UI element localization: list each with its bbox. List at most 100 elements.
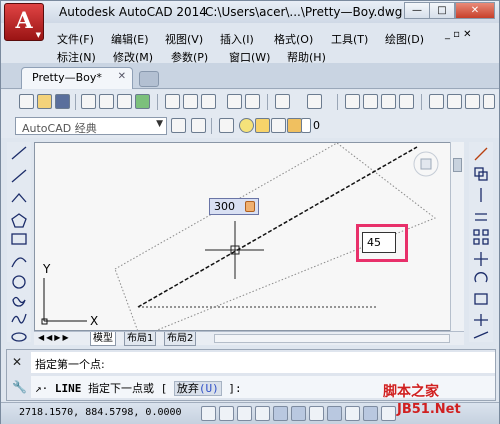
draw-toolbar bbox=[7, 142, 31, 342]
wrench-icon[interactable]: 🔧 bbox=[12, 380, 27, 394]
ucs-y-label: Y bbox=[42, 262, 51, 276]
grid-display-icon[interactable] bbox=[237, 406, 252, 421]
new-file-icon[interactable] bbox=[19, 94, 34, 109]
layout-tab-bar: ◀◀▶▶ 模型 布局1 布局2 bbox=[34, 331, 464, 346]
autocad-logo-icon: A bbox=[15, 8, 33, 34]
move-icon bbox=[474, 252, 488, 266]
copy-icon[interactable] bbox=[183, 94, 198, 109]
option-undo-label: 放弃 bbox=[176, 382, 199, 395]
layer-unlock-icon[interactable] bbox=[287, 118, 302, 133]
horizontal-scrollbar[interactable] bbox=[214, 334, 450, 343]
toolbar-separator bbox=[267, 94, 268, 110]
save-icon[interactable] bbox=[55, 94, 70, 109]
dynamic-angle-value: 45 bbox=[367, 236, 381, 249]
maximize-button[interactable]: □ bbox=[429, 2, 455, 19]
draw-tools-icons bbox=[11, 146, 27, 342]
zoom-realtime-icon[interactable] bbox=[363, 94, 378, 109]
polyline-icon bbox=[11, 193, 27, 203]
tab-model[interactable]: 模型 bbox=[90, 332, 116, 346]
workspace-settings-gear-icon[interactable] bbox=[171, 118, 186, 133]
design-center-icon[interactable] bbox=[447, 94, 462, 109]
option-undo[interactable]: 放弃(U) bbox=[173, 381, 222, 396]
3d-object-snap-icon[interactable] bbox=[309, 406, 324, 421]
lock-icon bbox=[245, 201, 255, 212]
line-tool-icon bbox=[11, 146, 27, 160]
zoom-window-icon[interactable] bbox=[381, 94, 396, 109]
object-snap-tracking-icon[interactable] bbox=[327, 406, 342, 421]
publish-icon[interactable] bbox=[117, 94, 132, 109]
layer-on-bulb-icon[interactable] bbox=[239, 118, 254, 133]
ellipse-icon bbox=[11, 332, 27, 342]
document-tab[interactable]: Pretty—Boy* ✕ bbox=[21, 67, 133, 89]
document-tab-bar: Pretty—Boy* ✕ bbox=[1, 63, 499, 89]
scrollbar-thumb[interactable] bbox=[453, 158, 462, 172]
infer-constraints-icon[interactable] bbox=[201, 406, 216, 421]
close-tab-icon[interactable]: ✕ bbox=[118, 71, 126, 82]
polar-tracking-icon[interactable] bbox=[273, 406, 288, 421]
dynamic-length-input[interactable]: 300 bbox=[209, 198, 259, 215]
undo-icon[interactable] bbox=[275, 94, 290, 109]
construction-line-icon bbox=[11, 169, 27, 183]
workspace-dropdown[interactable]: AutoCAD 经典 ▼ bbox=[15, 117, 167, 135]
redo-icon[interactable] bbox=[307, 94, 322, 109]
close-command-icon[interactable]: ✕ bbox=[12, 355, 22, 369]
snap-mode-icon[interactable] bbox=[219, 406, 234, 421]
dynamic-input-icon[interactable] bbox=[363, 406, 378, 421]
toolbar-separator bbox=[211, 118, 212, 134]
layer-properties-icon[interactable] bbox=[219, 118, 234, 133]
autocad-window: Autodesk AutoCAD 2014 C:\Users\acer\...\… bbox=[0, 0, 500, 424]
tab-layout1[interactable]: 布局1 bbox=[124, 332, 157, 346]
menu-bar: 文件(F) 编辑(E) 视图(V) 插入(I) 格式(O) 工具(T) 绘图(D… bbox=[1, 23, 499, 64]
ortho-mode-icon[interactable] bbox=[255, 406, 270, 421]
tool-palettes-icon[interactable] bbox=[465, 94, 480, 109]
application-menu-button[interactable]: A ▼ bbox=[4, 3, 44, 41]
paste-icon[interactable] bbox=[201, 94, 216, 109]
dynamic-angle-input[interactable]: 45 bbox=[362, 232, 396, 253]
current-layer-value[interactable]: 0 bbox=[313, 119, 320, 132]
chevron-down-icon: ▼ bbox=[156, 119, 163, 129]
new-drawing-tab-button[interactable] bbox=[139, 71, 159, 87]
menu-draw[interactable]: 绘图(D) bbox=[385, 31, 424, 47]
zoom-previous-icon[interactable] bbox=[399, 94, 414, 109]
block-editor-icon[interactable] bbox=[245, 94, 260, 109]
command-history-text: 指定第一个点: bbox=[35, 358, 105, 371]
sheet-set-icon[interactable] bbox=[483, 94, 495, 109]
layer-color-swatch[interactable] bbox=[301, 118, 311, 133]
object-snap-icon[interactable] bbox=[291, 406, 306, 421]
properties-icon[interactable] bbox=[429, 94, 444, 109]
3d-dwf-icon[interactable] bbox=[135, 94, 150, 109]
menu-view[interactable]: 视图(V) bbox=[165, 31, 203, 47]
menu-edit[interactable]: 编辑(E) bbox=[111, 31, 149, 47]
menu-file[interactable]: 文件(F) bbox=[57, 31, 94, 47]
menu-format[interactable]: 格式(O) bbox=[274, 31, 313, 47]
vertical-scrollbar[interactable] bbox=[450, 142, 464, 331]
menu-insert[interactable]: 插入(I) bbox=[220, 31, 254, 47]
pan-icon[interactable] bbox=[345, 94, 360, 109]
menu-tools[interactable]: 工具(T) bbox=[331, 31, 368, 47]
open-folder-icon[interactable] bbox=[37, 94, 52, 109]
close-button[interactable]: ✕ bbox=[455, 2, 495, 19]
layout-nav-arrows-icon[interactable]: ◀◀▶▶ bbox=[38, 333, 71, 342]
toolbar-separator bbox=[157, 94, 158, 110]
command-prompt-end: ]: bbox=[228, 382, 242, 395]
print-preview-icon[interactable] bbox=[99, 94, 114, 109]
caret-down-icon: ▼ bbox=[35, 30, 41, 39]
layer-thaw-sun-icon[interactable] bbox=[255, 118, 270, 133]
cut-icon[interactable] bbox=[165, 94, 180, 109]
array-icon bbox=[473, 229, 480, 236]
dynamic-ucs-icon[interactable] bbox=[345, 406, 360, 421]
command-prompt-text: 指定下一点或 [ bbox=[88, 382, 168, 395]
coordinates-readout[interactable]: 2718.1570, 884.5798, 0.0000 bbox=[19, 407, 182, 418]
lineweight-icon[interactable] bbox=[381, 406, 396, 421]
workspace-toolbar-icon[interactable] bbox=[191, 118, 206, 133]
file-path-title: C:\Users\acer\...\Pretty—Boy.dwg bbox=[205, 5, 403, 19]
match-properties-icon[interactable] bbox=[227, 94, 242, 109]
modify-toolbar bbox=[469, 142, 493, 342]
mdi-window-controls[interactable]: _ ▫ ✕ bbox=[445, 29, 472, 40]
print-icon[interactable] bbox=[81, 94, 96, 109]
tab-layout2[interactable]: 布局2 bbox=[164, 332, 197, 346]
minimize-button[interactable]: — bbox=[404, 2, 430, 19]
stretch-icon bbox=[474, 314, 488, 326]
command-name: LINE bbox=[54, 382, 82, 395]
layer-viewport-icon[interactable] bbox=[271, 118, 286, 133]
